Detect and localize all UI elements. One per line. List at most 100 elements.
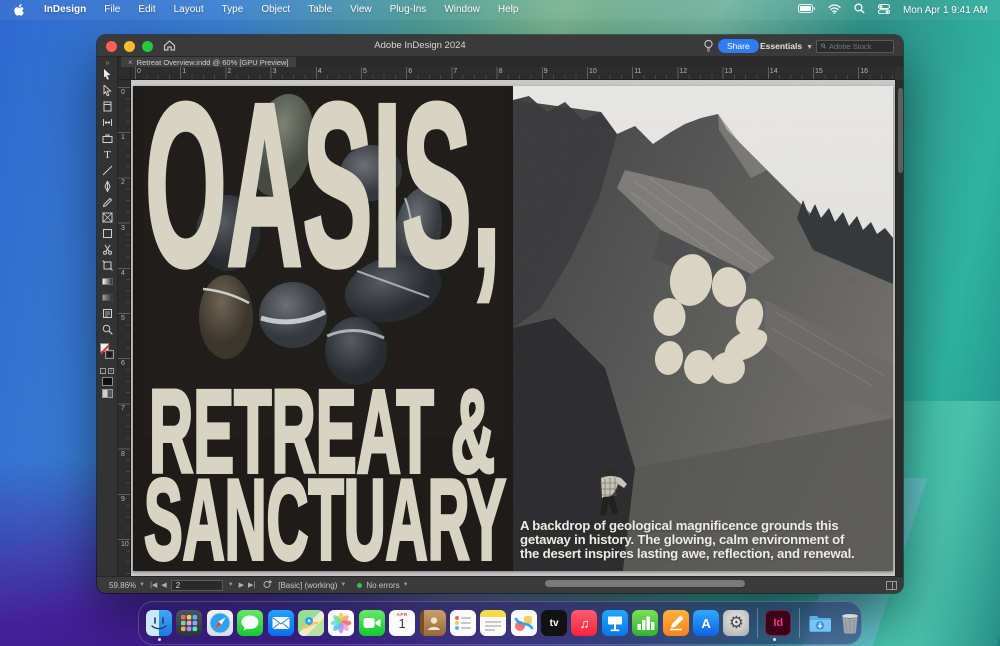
gradient-feather-tool[interactable] (97, 289, 118, 305)
free-transform-tool[interactable] (97, 258, 118, 274)
rectangle-tool[interactable] (97, 226, 118, 242)
dock-icon-downloads[interactable] (807, 610, 833, 636)
menu-item-table[interactable]: Table (299, 0, 341, 20)
page-tool[interactable] (97, 99, 118, 115)
gradient-swatch-tool[interactable] (97, 274, 118, 290)
menu-item-window[interactable]: Window (435, 0, 489, 20)
workspace-switcher[interactable]: Essentials▼ (760, 39, 813, 53)
dock-icon-mail[interactable] (268, 610, 294, 636)
spread-view-button[interactable] (886, 581, 897, 590)
content-collector-tool[interactable] (97, 131, 118, 147)
dock-icon-indesign[interactable]: Id (765, 610, 791, 636)
preflight-errors-status[interactable]: No errors▼ (366, 581, 411, 590)
tools-panel-more-icon[interactable]: » (97, 57, 117, 67)
zoom-tool[interactable] (97, 321, 118, 337)
last-page-button[interactable]: ▶| (248, 581, 255, 589)
gap-tool[interactable] (97, 115, 118, 131)
page-number-field[interactable]: 2 (171, 580, 223, 591)
dock-icon-trash[interactable] (837, 610, 863, 636)
type-tool[interactable]: T (97, 146, 118, 162)
selection-tool[interactable] (97, 67, 118, 83)
close-tab-icon[interactable]: × (128, 58, 133, 67)
menu-clock[interactable]: Mon Apr 1 9:41 AM (903, 5, 988, 16)
dock-icon-freeform[interactable] (511, 610, 537, 636)
adobe-stock-input[interactable] (829, 42, 889, 51)
preflight-profile[interactable]: [Basic] (working)▼ (278, 581, 349, 590)
ruler-origin-box[interactable] (118, 67, 131, 80)
stroke-swatch-black[interactable] (105, 350, 114, 359)
preflight-icon[interactable] (263, 580, 272, 591)
menu-item-edit[interactable]: Edit (129, 0, 164, 20)
photo-caption: A backdrop of geological magnificence gr… (520, 519, 890, 562)
page-menu-chevron-icon[interactable]: ▼ (228, 582, 234, 588)
page-left-cover[interactable]: OASIS, RETREAT & SANCTUARY (133, 86, 513, 571)
first-page-button[interactable]: |◀ (150, 581, 157, 589)
apply-color-button[interactable] (102, 377, 113, 386)
menu-item-help[interactable]: Help (489, 0, 528, 20)
menu-item-file[interactable]: File (95, 0, 129, 20)
dock-icon-photos[interactable] (328, 610, 354, 636)
pencil-tool[interactable] (97, 194, 118, 210)
document-tab-bar: × Retreat Overview.indd @ 60% [GPU Previ… (118, 57, 903, 67)
vertical-scrollbar[interactable] (895, 80, 903, 576)
menu-item-type[interactable]: Type (213, 0, 253, 20)
dock-icon-appstore[interactable]: A (693, 610, 719, 636)
spotlight-search-icon[interactable] (854, 3, 865, 17)
dock-icon-pages[interactable] (663, 610, 689, 636)
scissors-tool[interactable] (97, 242, 118, 258)
dock-icon-keynote[interactable] (602, 610, 628, 636)
discover-lightbulb-icon[interactable] (703, 39, 714, 58)
document-viewport[interactable]: OASIS, RETREAT & SANCTUARY (131, 80, 895, 576)
dock-icon-reminders[interactable] (450, 610, 476, 636)
dock-icon-maps[interactable] (298, 610, 324, 636)
dock-icon-calendar[interactable]: APR 1 (389, 610, 415, 636)
previous-page-button[interactable]: ◀ (161, 581, 166, 589)
direct-selection-tool[interactable] (97, 83, 118, 99)
adobe-stock-search[interactable] (816, 40, 894, 53)
menu-item-layout[interactable]: Layout (165, 0, 213, 20)
screen-mode-button[interactable] (102, 389, 113, 398)
zoom-window-button[interactable] (142, 41, 153, 52)
note-tool[interactable] (97, 305, 118, 321)
horizontal-ruler[interactable]: 01234567891011121314151617 (131, 67, 895, 80)
menu-item-object[interactable]: Object (252, 0, 299, 20)
dock-icon-music[interactable]: ♫ (571, 610, 597, 636)
rectangle-frame-tool[interactable] (97, 210, 118, 226)
dock-icon-facetime[interactable] (359, 610, 385, 636)
fill-stroke-swatches[interactable] (97, 341, 118, 367)
menu-item-indesign[interactable]: InDesign (35, 0, 95, 20)
vertical-ruler[interactable]: 01234567891011 (118, 80, 131, 576)
h-ruler-number: 4 (318, 68, 322, 75)
finder-running-indicator (158, 638, 161, 641)
close-window-button[interactable] (106, 41, 117, 52)
page-right-photo[interactable]: A backdrop of geological magnificence gr… (513, 86, 893, 571)
vertical-scrollbar-thumb[interactable] (898, 88, 903, 173)
dock-icon-tv[interactable]: tv (541, 610, 567, 636)
formatting-affects-container-button[interactable] (100, 368, 106, 374)
next-page-button[interactable]: ▶ (239, 581, 244, 589)
document-tab[interactable]: × Retreat Overview.indd @ 60% [GPU Previ… (121, 57, 296, 67)
dock-icon-messages[interactable] (237, 610, 263, 636)
dock-icon-contacts[interactable] (420, 610, 446, 636)
line-tool[interactable] (97, 162, 118, 178)
control-center-icon[interactable] (878, 4, 890, 17)
zoom-level[interactable]: 59.86%▼ (109, 581, 148, 590)
pen-tool[interactable] (97, 178, 118, 194)
apple-menu-icon[interactable] (14, 4, 25, 17)
dock-icon-settings[interactable]: ⚙ (723, 610, 749, 636)
wifi-icon[interactable] (828, 4, 841, 17)
window-titlebar[interactable]: Adobe InDesign 2024 Share Essentials▼ (97, 35, 903, 57)
share-button[interactable]: Share (718, 39, 759, 53)
menu-item-view[interactable]: View (341, 0, 381, 20)
dock-icon-notes[interactable] (480, 610, 506, 636)
dock-icon-finder[interactable] (146, 610, 172, 636)
battery-icon[interactable] (798, 4, 815, 16)
minimize-window-button[interactable] (124, 41, 135, 52)
dock-icon-safari[interactable] (207, 610, 233, 636)
dock-icon-launchpad[interactable] (176, 610, 202, 636)
menu-item-plugins[interactable]: Plug-Ins (381, 0, 436, 20)
dock-icon-numbers[interactable] (632, 610, 658, 636)
home-icon[interactable] (163, 39, 176, 57)
formatting-affects-text-button[interactable]: T (108, 368, 114, 374)
horizontal-scrollbar-thumb[interactable] (545, 580, 745, 587)
